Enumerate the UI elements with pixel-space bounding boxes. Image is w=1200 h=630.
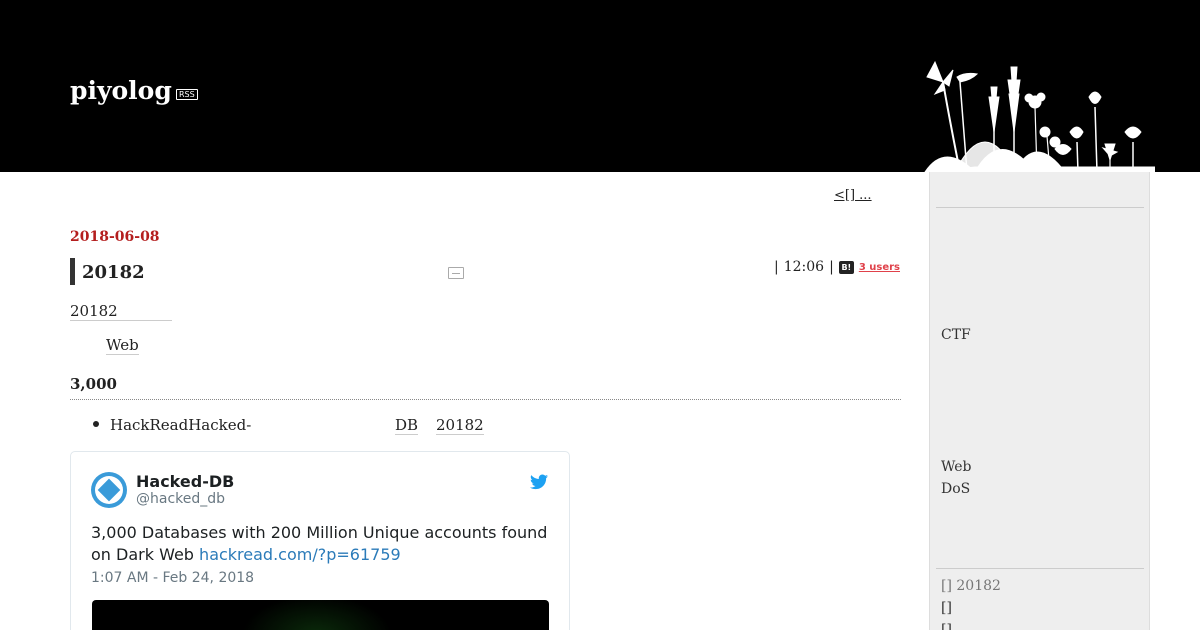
blog-title-link[interactable]: piyolog xyxy=(70,76,172,105)
sidebar-divider xyxy=(936,568,1144,569)
prev-entry-link[interactable]: <[] ... xyxy=(834,188,872,203)
sidebar-recent-entry[interactable]: [] 20182 xyxy=(941,578,1001,594)
tweet-text: 3,000 Databases with 200 Million Unique … xyxy=(91,522,556,566)
text-underline xyxy=(70,320,172,321)
section-heading: 3,000 xyxy=(70,375,117,393)
twitter-bird-icon[interactable] xyxy=(530,474,548,490)
meta-separator: | xyxy=(774,259,779,275)
title-accent-bar xyxy=(70,258,75,285)
avatar[interactable] xyxy=(91,472,127,508)
entry-time[interactable]: 12:06 xyxy=(784,259,824,275)
meta-separator: | xyxy=(829,259,834,275)
tweet-timestamp[interactable]: 1:07 AM - Feb 24, 2018 xyxy=(91,570,254,586)
body-keyword-link[interactable]: Web xyxy=(106,336,139,355)
entry-date[interactable]: 2018-06-08 xyxy=(70,229,160,245)
sidebar-recent-entry[interactable]: [] xyxy=(941,622,952,630)
tweet-author-handle[interactable]: @hacked_db xyxy=(136,491,225,507)
image-icon xyxy=(448,267,464,279)
tweet-author-name[interactable]: Hacked-DB xyxy=(136,472,234,491)
bookmark-users-link[interactable]: 3 users xyxy=(859,262,900,273)
sidebar-item-ctf[interactable]: CTF xyxy=(941,327,971,343)
embedded-tweet[interactable]: Hacked-DB @hacked_db 3,000 Databases wit… xyxy=(70,451,570,630)
body-text: 20182 xyxy=(70,302,118,320)
sidebar-item-web[interactable]: Web xyxy=(941,459,972,475)
site-header: piyolog RSS xyxy=(0,0,1200,172)
section-divider xyxy=(70,399,901,400)
tweet-link[interactable]: hackread.com/?p=61759 xyxy=(199,545,401,564)
entry-title[interactable]: 20182 xyxy=(82,262,145,283)
tweet-media-image[interactable] xyxy=(92,600,549,630)
entry-meta: | 12:06 | B! 3 users xyxy=(774,259,900,275)
sidebar-item-dos[interactable]: DoS xyxy=(941,481,970,497)
keyword-link-year[interactable]: 20182 xyxy=(436,416,484,435)
keyword-link-db[interactable]: DB xyxy=(395,416,419,435)
sidebar-recent-entry[interactable]: [] xyxy=(941,600,952,616)
flower-illustration xyxy=(924,60,1155,172)
sidebar: CTF Web DoS [] 20182 [] [] xyxy=(929,172,1150,630)
list-item-text: HackReadHacked- xyxy=(110,416,252,434)
sidebar-divider xyxy=(936,207,1144,208)
rss-link[interactable]: RSS xyxy=(176,89,198,100)
bullet-icon xyxy=(93,421,99,427)
hatena-bookmark-icon[interactable]: B! xyxy=(838,260,854,274)
